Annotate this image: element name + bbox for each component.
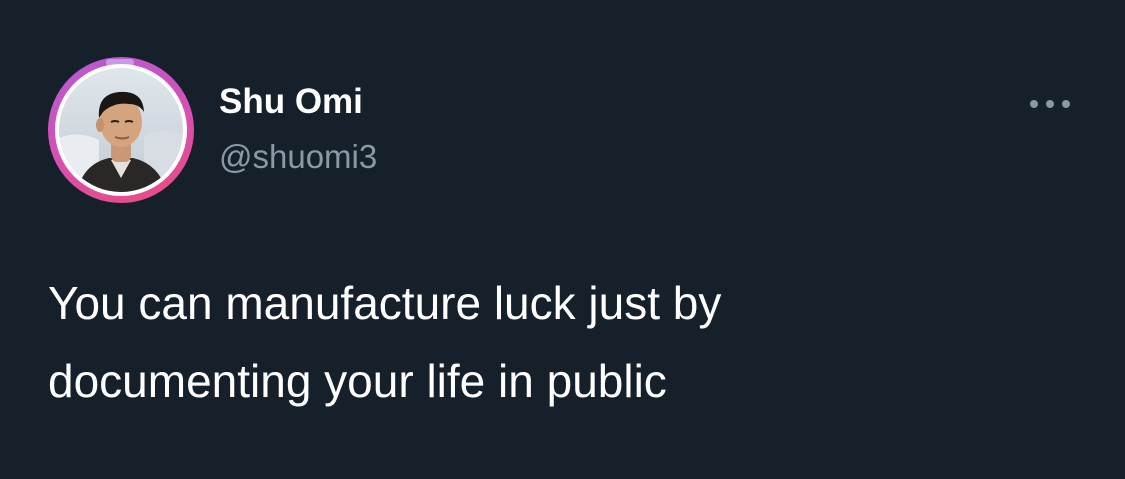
author-display-name[interactable]: Shu Omi [219,80,363,124]
avatar-border [55,64,187,196]
profile-photo-icon [59,68,183,192]
author-handle[interactable]: @shuomi3 [219,137,377,177]
avatar-story-ring[interactable] [48,57,194,203]
tweet-text-line: You can manufacture luck just by [48,277,722,329]
more-options-button[interactable] [1022,87,1078,123]
tweet-card: Shu Omi @shuomi3 You can manufacture luc… [0,0,1125,479]
tweet-text: You can manufacture luck just by documen… [48,264,1088,420]
avatar[interactable] [59,68,183,192]
more-horizontal-icon [1030,100,1070,108]
tweet-text-line: documenting your life in public [48,355,667,407]
